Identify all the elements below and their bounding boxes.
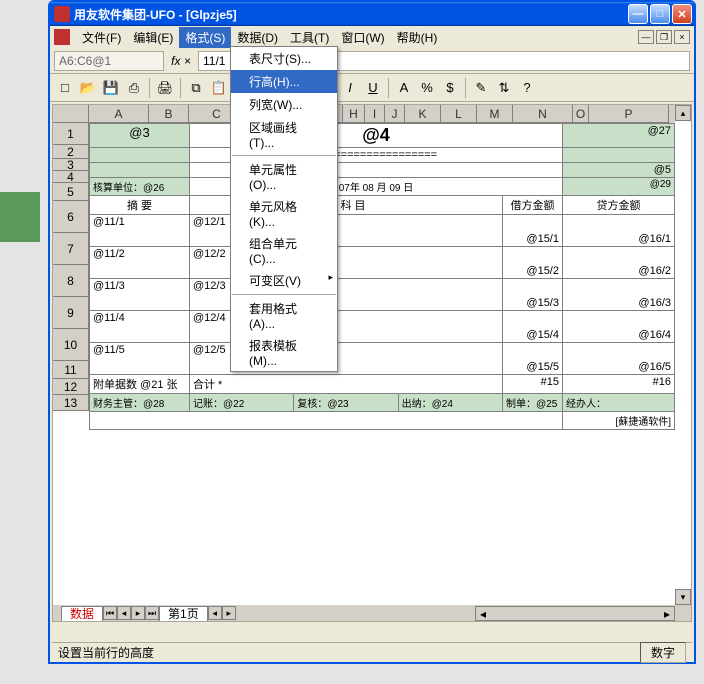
fx-label: fx × — [166, 51, 196, 71]
row-header-4[interactable]: 4 — [53, 171, 89, 183]
underline-button[interactable]: U — [362, 77, 384, 99]
col-header-N[interactable]: N — [513, 105, 573, 123]
menu-W[interactable]: 窗口(W) — [335, 27, 390, 48]
menubar: 文件(F)编辑(E)格式(S)数据(D)工具(T)窗口(W)帮助(H) — ❐ … — [50, 26, 694, 48]
select-all-corner[interactable] — [53, 105, 89, 123]
sort-button[interactable]: ⇅ — [493, 77, 515, 99]
app-window: 用友软件集团-UFO - [Glpzje5] — □ ✕ 文件(F)编辑(E)格… — [48, 0, 696, 664]
row-header-8[interactable]: 8 — [53, 265, 89, 297]
tab-last-button[interactable]: ⏭ — [145, 606, 159, 620]
new-button[interactable]: □ — [54, 77, 76, 99]
row-header-7[interactable]: 7 — [53, 233, 89, 265]
titlebar: 用友软件集团-UFO - [Glpzje5] — □ ✕ — [50, 2, 694, 26]
scroll-down-button[interactable]: ▾ — [675, 589, 691, 605]
tab-next-button[interactable]: ▸ — [131, 606, 145, 620]
mdi-minimize-button[interactable]: — — [638, 30, 654, 44]
col-header-M[interactable]: M — [477, 105, 513, 123]
col-header-H[interactable]: H — [343, 105, 365, 123]
minimize-button[interactable]: — — [628, 4, 648, 24]
row-header-10[interactable]: 10 — [53, 329, 89, 361]
menu-item-单元属性O[interactable]: 单元属性(O)... — [231, 158, 337, 195]
col-header-K[interactable]: K — [405, 105, 441, 123]
menu-item-套用格式A[interactable]: 套用格式(A)... — [231, 297, 337, 334]
reference-toolbar: A6:C6@1 fx × 11/1 — [50, 48, 694, 74]
col-header-O[interactable]: O — [573, 105, 589, 123]
percent-button[interactable]: % — [416, 77, 438, 99]
row-header-13[interactable]: 13 — [53, 395, 89, 411]
menu-T[interactable]: 工具(T) — [284, 27, 335, 48]
italic-button[interactable]: I — [339, 77, 361, 99]
brush-button[interactable]: ✎ — [470, 77, 492, 99]
row-header-1[interactable]: 1 — [53, 123, 89, 145]
col-header-P[interactable]: P — [589, 105, 669, 123]
menu-item-报表模板M[interactable]: 报表模板(M)... — [231, 334, 337, 371]
status-mode: 数字 — [640, 642, 686, 663]
row-header-6[interactable]: 6 — [53, 201, 89, 233]
menu-item-单元风格K[interactable]: 单元风格(K)... — [231, 195, 337, 232]
menu-item-列宽W[interactable]: 列宽(W)... — [231, 93, 337, 116]
font-inc-button[interactable]: A — [393, 77, 415, 99]
menu-item-表尺寸S[interactable]: 表尺寸(S)... — [231, 47, 337, 70]
app-icon — [54, 6, 70, 22]
maximize-button[interactable]: □ — [650, 4, 670, 24]
tab-nav2-next[interactable]: ▸ — [222, 606, 236, 620]
copy-button[interactable]: ⧉ — [185, 77, 207, 99]
saveall-button[interactable]: ⎙ — [123, 77, 145, 99]
sheet-tab-strip: 数据 ⏮ ◂ ▸ ⏭ 第1页 ◂ ▸ ◂ ▸ — [53, 605, 691, 621]
menu-item-可变区V[interactable]: 可变区(V) — [231, 269, 337, 292]
col-header-J[interactable]: J — [385, 105, 405, 123]
close-button[interactable]: ✕ — [672, 4, 692, 24]
row-header-12[interactable]: 12 — [53, 379, 89, 395]
tab-prev-button[interactable]: ◂ — [117, 606, 131, 620]
col-header-A[interactable]: A — [89, 105, 149, 123]
menu-E[interactable]: 编辑(E) — [127, 27, 179, 48]
grid-body[interactable]: @3 @4 @27 =================== @5 核算单位：@2… — [89, 123, 675, 605]
scroll-up-button[interactable]: ▴ — [675, 105, 691, 121]
save-button[interactable]: 💾 — [100, 77, 122, 99]
print-button[interactable]: 🖨 — [154, 77, 176, 99]
tab-nav2-prev[interactable]: ◂ — [208, 606, 222, 620]
open-button[interactable]: 📂 — [77, 77, 99, 99]
status-text: 设置当前行的高度 — [58, 644, 640, 661]
menu-item-区域画线T[interactable]: 区域画线(T)... — [231, 116, 337, 153]
main-toolbar: □📂💾⎙🖨⧉📋≡≡≡BIUA%$✎⇅? — [50, 74, 694, 102]
tab-first-button[interactable]: ⏮ — [103, 606, 117, 620]
menu-D[interactable]: 数据(D) — [231, 27, 284, 48]
col-header-I[interactable]: I — [365, 105, 385, 123]
col-header-B[interactable]: B — [149, 105, 189, 123]
window-title: 用友软件集团-UFO - [Glpzje5] — [74, 6, 628, 23]
row-headers: 12345678910111213 — [53, 123, 89, 411]
paste-button[interactable]: 📋 — [208, 77, 230, 99]
menu-item-组合单元C[interactable]: 组合单元(C)... — [231, 232, 337, 269]
menu-H[interactable]: 帮助(H) — [391, 27, 444, 48]
mdi-close-button[interactable]: × — [674, 30, 690, 44]
format-menu-dropdown: 表尺寸(S)...行高(H)...列宽(W)...区域画线(T)... 单元属性(… — [230, 46, 338, 372]
menu-S[interactable]: 格式(S) — [179, 27, 231, 48]
spreadsheet-area: ABCDEFGHIJKLMNOP 12345678910111213 @3 @4… — [52, 104, 692, 622]
row-header-11[interactable]: 11 — [53, 361, 89, 379]
row-header-5[interactable]: 5 — [53, 183, 89, 201]
menu-F[interactable]: 文件(F) — [76, 27, 127, 48]
cell-reference-box[interactable]: A6:C6@1 — [54, 51, 164, 71]
column-headers: ABCDEFGHIJKLMNOP — [89, 105, 675, 123]
data-tab[interactable]: 数据 — [61, 606, 103, 621]
page-tab[interactable]: 第1页 — [159, 606, 208, 621]
col-header-L[interactable]: L — [441, 105, 477, 123]
menu-item-行高H[interactable]: 行高(H)... — [231, 70, 337, 93]
doc-icon — [54, 29, 70, 45]
horizontal-scrollbar[interactable]: ◂ ▸ — [475, 606, 675, 621]
mdi-restore-button[interactable]: ❐ — [656, 30, 672, 44]
row-header-9[interactable]: 9 — [53, 297, 89, 329]
help-button[interactable]: ? — [516, 77, 538, 99]
currency-button[interactable]: $ — [439, 77, 461, 99]
statusbar: 设置当前行的高度 数字 — [52, 642, 692, 662]
